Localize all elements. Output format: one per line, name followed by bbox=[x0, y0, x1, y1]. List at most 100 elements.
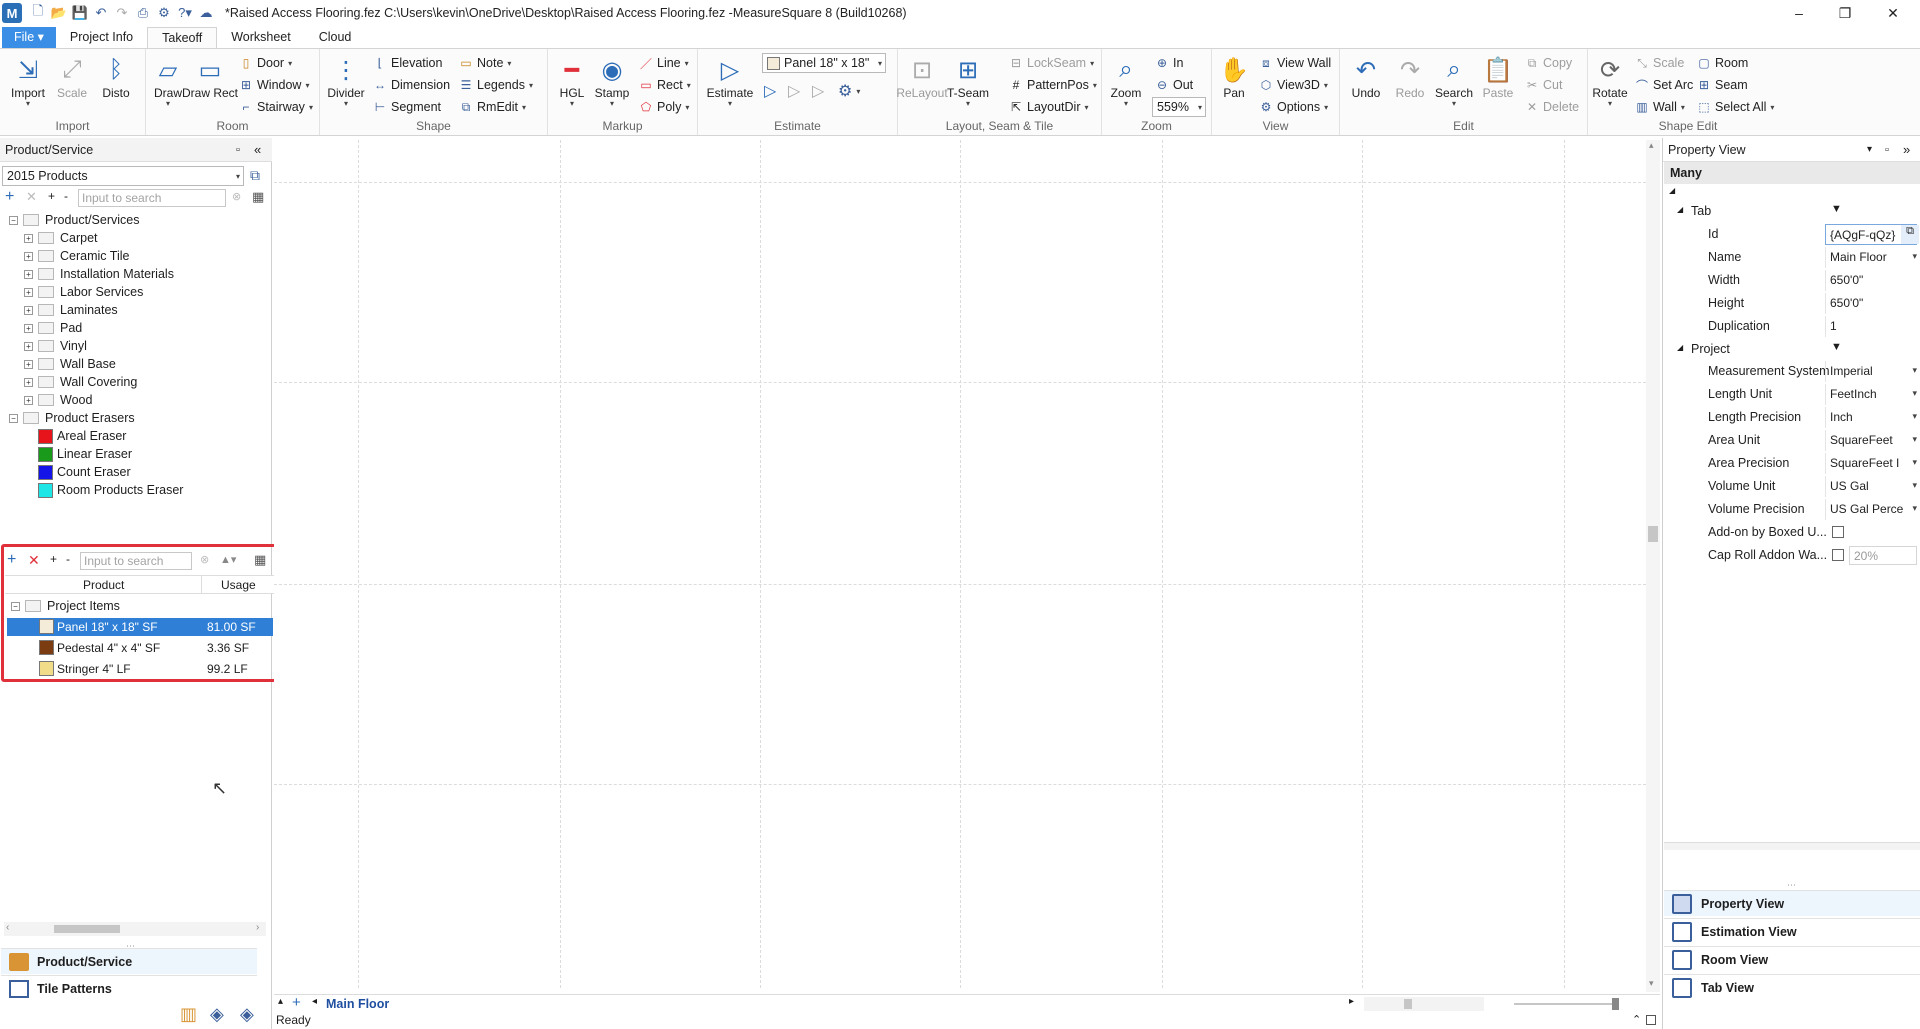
legends-button[interactable]: ☰ Legends ▾ bbox=[458, 75, 533, 95]
prop-duplication[interactable]: Duplication 1 bbox=[1663, 315, 1920, 338]
tree-item-wood[interactable]: + Wood bbox=[24, 391, 92, 409]
eraser-areal[interactable]: Areal Eraser bbox=[38, 427, 126, 445]
addon-boxed-checkbox[interactable] bbox=[1832, 526, 1844, 538]
line-button[interactable]: ／ Line ▾ bbox=[638, 53, 689, 73]
col-product[interactable]: Product bbox=[83, 578, 124, 592]
tree-item-wall-covering[interactable]: + Wall Covering bbox=[24, 373, 137, 391]
relayout-button[interactable]: ⊡ ReLayout bbox=[896, 53, 947, 100]
remove-item-icon[interactable]: ✕ bbox=[28, 552, 40, 569]
estimate-button[interactable]: ▷ Estimate ▾ bbox=[707, 53, 754, 108]
delete-button[interactable]: ✕ Delete bbox=[1524, 97, 1579, 117]
prop-cap-roll-addon[interactable]: Cap Roll Addon Wa... 20% bbox=[1663, 544, 1920, 567]
sheet-prev-icon[interactable]: ◂ bbox=[312, 996, 317, 1007]
tseam-button[interactable]: ⊞ T-Seam ▾ bbox=[946, 53, 990, 108]
zoom-button[interactable]: ⌕ Zoom ▾ bbox=[1104, 53, 1148, 108]
estimate-settings-gear-icon[interactable]: ⚙ ▾ bbox=[838, 81, 860, 101]
door-button[interactable]: ▯ Door ▾ bbox=[238, 53, 292, 73]
items-grid-view-icon[interactable]: ▦ bbox=[254, 552, 266, 568]
prop-id[interactable]: Id {AQgF-qQz} ⧉ bbox=[1663, 223, 1920, 246]
catalog-manage-icon[interactable]: ⧉ bbox=[250, 167, 260, 184]
eraser-count[interactable]: Count Eraser bbox=[38, 463, 131, 481]
property-float-icon[interactable]: ▫ bbox=[1885, 144, 1889, 156]
copy-id-icon[interactable]: ⧉ bbox=[1901, 225, 1919, 244]
select-all-button[interactable]: ⬚ Select All ▾ bbox=[1696, 97, 1774, 117]
shape-scale-button[interactable]: ⤡ Scale bbox=[1634, 53, 1684, 73]
items-clear-search-icon[interactable]: ⊗ bbox=[200, 553, 209, 566]
minimize-button[interactable]: – bbox=[1776, 0, 1822, 26]
undo-button[interactable]: ↶ Undo bbox=[1344, 53, 1388, 100]
sheet-hscroll-thumb[interactable] bbox=[1404, 999, 1412, 1009]
stairway-button[interactable]: ⌐ Stairway ▾ bbox=[238, 97, 312, 117]
app-icon[interactable]: M bbox=[2, 3, 22, 23]
prop-volume-precision[interactable]: Volume Precision US Gal Perce ▾ bbox=[1663, 498, 1920, 521]
section-expand-icon[interactable]: ◢ bbox=[1677, 205, 1683, 214]
tab-takeoff[interactable]: Takeoff bbox=[147, 27, 218, 48]
prop-width[interactable]: Width 650'0" bbox=[1663, 269, 1920, 292]
elevation-button[interactable]: ⌊ Elevation bbox=[372, 53, 443, 73]
scale-button[interactable]: ⤢ Scale bbox=[50, 53, 94, 100]
add-product-icon[interactable]: + bbox=[5, 188, 14, 206]
disto-button[interactable]: ᛒ Disto bbox=[94, 53, 138, 100]
prop-length-unit[interactable]: Length Unit FeetInch ▾ bbox=[1663, 383, 1920, 406]
section-filter-icon[interactable]: ▼ bbox=[1831, 341, 1842, 353]
sort-icon[interactable]: ▲▾ bbox=[220, 553, 236, 566]
dimension-button[interactable]: ↔ Dimension bbox=[372, 75, 450, 95]
restore-button[interactable]: ❐ bbox=[1822, 0, 1868, 26]
remove-product-icon[interactable]: ✕ bbox=[26, 189, 37, 205]
canvas-vertical-scrollbar[interactable]: ▴ ▾ bbox=[1646, 140, 1660, 992]
prop-measurement-system[interactable]: Measurement System Imperial ▾ bbox=[1663, 360, 1920, 383]
nav-property-view[interactable]: Property View bbox=[1664, 890, 1920, 916]
scroll-left-icon[interactable]: ‹ bbox=[6, 922, 9, 933]
step-icon[interactable]: ▷ bbox=[788, 81, 800, 101]
sheet-hscroll[interactable] bbox=[1364, 997, 1484, 1011]
file-menu[interactable]: File ▾ bbox=[2, 27, 56, 48]
segment-button[interactable]: ⊢ Segment bbox=[372, 97, 441, 117]
tree-item-installation-materials[interactable]: + Installation Materials bbox=[24, 265, 174, 283]
import-button[interactable]: ⇲ Import ▾ bbox=[6, 53, 50, 108]
prop-name[interactable]: Name Main Floor ▾ bbox=[1663, 246, 1920, 269]
property-splitter[interactable] bbox=[1664, 842, 1920, 850]
scroll-right-icon[interactable]: › bbox=[256, 922, 259, 933]
layers-edit-icon[interactable]: ◈ bbox=[240, 1004, 254, 1025]
project-items-root[interactable]: − Project Items bbox=[11, 597, 120, 615]
layers-shortcut-icon[interactable]: ◈ bbox=[210, 1004, 224, 1025]
layout-toggle-icon[interactable] bbox=[1646, 1015, 1656, 1025]
table-row[interactable]: Stringer 4" LF 99.2 LF bbox=[7, 660, 273, 678]
pin-dropdown-icon[interactable]: ▾ bbox=[1867, 144, 1872, 155]
expand-panel-icon[interactable]: ⌃ bbox=[1632, 1013, 1641, 1026]
prop-addon-boxed[interactable]: Add-on by Boxed U... bbox=[1663, 521, 1920, 544]
save-icon[interactable]: 💾 bbox=[70, 3, 90, 23]
tree-item-laminates[interactable]: + Laminates bbox=[24, 301, 118, 319]
paste-button[interactable]: 📋 Paste bbox=[1476, 53, 1520, 100]
collapse-left-icon[interactable]: « bbox=[254, 142, 261, 157]
table-row[interactable]: Panel 18" x 18" SF 81.00 SF bbox=[7, 618, 273, 636]
tree-item-pad[interactable]: + Pad bbox=[24, 319, 82, 337]
items-expand-icon[interactable]: + bbox=[50, 552, 57, 566]
poly-button[interactable]: ⬠ Poly ▾ bbox=[638, 97, 690, 117]
print-icon[interactable]: ⎙ bbox=[133, 3, 153, 23]
room-button[interactable]: ▢ Room bbox=[1696, 53, 1748, 73]
eraser-room-products[interactable]: Room Products Eraser bbox=[38, 481, 183, 499]
set-arc-button[interactable]: ⌒ Set Arc bbox=[1634, 75, 1693, 95]
new-file-icon[interactable]: 🗋 bbox=[28, 3, 48, 23]
project-section-row[interactable]: ◢ Project ▼ bbox=[1663, 338, 1920, 361]
tree-root-erasers[interactable]: − Product Erasers bbox=[9, 409, 135, 427]
cap-roll-checkbox[interactable] bbox=[1832, 549, 1844, 561]
clear-search-icon[interactable]: ⊗ bbox=[232, 190, 241, 203]
zoom-slider-thumb[interactable] bbox=[1612, 998, 1619, 1010]
step-next-icon[interactable]: ▷ bbox=[812, 81, 824, 101]
sheet-tab-main-floor[interactable]: Main Floor bbox=[326, 997, 389, 1011]
product-search-input[interactable]: Input to search bbox=[78, 189, 226, 207]
seam-button[interactable]: ⊞ Seam bbox=[1696, 75, 1748, 95]
hgl-button[interactable]: ━ HGL ▾ bbox=[550, 53, 594, 108]
add-item-icon[interactable]: + bbox=[7, 551, 16, 569]
float-icon[interactable]: ▫ bbox=[236, 144, 240, 156]
collapse-right-icon[interactable]: » bbox=[1903, 142, 1910, 157]
cut-button[interactable]: ✂ Cut bbox=[1524, 75, 1562, 95]
scroll-down-icon[interactable]: ▾ bbox=[1649, 978, 1654, 989]
undo-icon[interactable]: ↶ bbox=[91, 3, 111, 23]
vscroll-thumb[interactable] bbox=[1648, 526, 1658, 542]
tree-item-carpet[interactable]: + Carpet bbox=[24, 229, 98, 247]
help-icon[interactable]: ?▾ bbox=[175, 3, 195, 23]
tree-item-wall-base[interactable]: + Wall Base bbox=[24, 355, 116, 373]
